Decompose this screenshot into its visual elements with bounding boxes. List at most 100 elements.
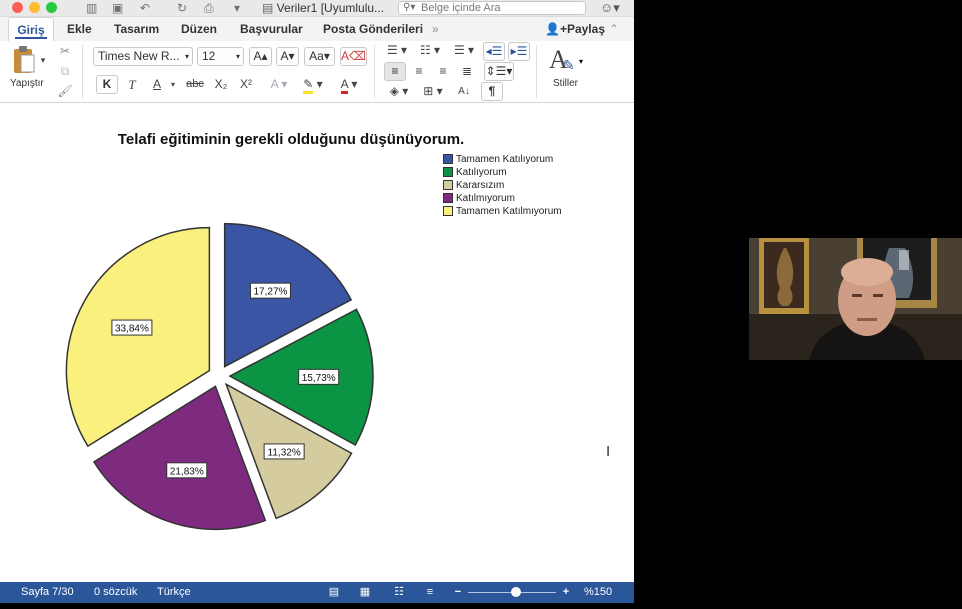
feedback-smiley-icon[interactable]: ☺▾: [600, 0, 620, 16]
save-icon[interactable]: ▣: [112, 0, 123, 16]
font-size-select[interactable]: 12 ▾: [197, 47, 244, 66]
page-indicator[interactable]: Sayfa 7/30: [21, 582, 74, 603]
tab-layout[interactable]: Düzen: [181, 17, 217, 41]
legend-swatch: [443, 180, 453, 190]
tab-mailings[interactable]: Posta Gönderileri: [323, 17, 423, 41]
legend-swatch: [443, 167, 453, 177]
zoom-slider[interactable]: [468, 587, 556, 597]
print-layout-icon[interactable]: ▤: [326, 585, 342, 600]
copy-icon[interactable]: ⧉: [57, 62, 73, 81]
slice-data-label: 21,83%: [166, 462, 208, 479]
zoom-in-icon[interactable]: +: [558, 585, 574, 600]
legend-swatch: [443, 193, 453, 203]
more-tabs-icon[interactable]: »: [432, 17, 439, 41]
grow-font-button[interactable]: A▴: [249, 47, 272, 66]
tab-references[interactable]: Başvurular: [240, 17, 303, 41]
numbering-button[interactable]: ☷ ▾: [415, 41, 445, 60]
font-color-button[interactable]: A ▾: [334, 75, 364, 94]
tab-insert[interactable]: Ekle: [67, 17, 92, 41]
align-left-button[interactable]: ≡: [384, 62, 406, 81]
underline-button[interactable]: A: [147, 75, 167, 94]
legend-item: Tamamen Katılmıyorum: [443, 205, 562, 218]
text-effects-button[interactable]: A ▾: [264, 75, 294, 94]
language-indicator[interactable]: Türkçe: [157, 582, 191, 603]
superscript-button[interactable]: X²: [235, 75, 257, 94]
sort-button[interactable]: A↓: [453, 82, 475, 101]
ribbon-separator: [374, 45, 375, 99]
borders-button[interactable]: ⊞ ▾: [418, 82, 448, 101]
draft-view-icon[interactable]: ≡: [422, 585, 438, 600]
document-icon: ▤: [262, 1, 277, 15]
search-input[interactable]: ⚲▾ Belge içinde Ara: [398, 1, 586, 15]
zoom-out-icon[interactable]: −: [450, 585, 466, 600]
tab-design[interactable]: Tasarım: [114, 17, 159, 41]
chevron-down-icon: ▾: [235, 52, 240, 61]
strikethrough-button[interactable]: abc: [183, 75, 207, 94]
shading-button[interactable]: ◈ ▾: [384, 82, 414, 101]
legend-label: Tamamen Katılıyorum: [456, 154, 554, 165]
underline-options-chevron-icon[interactable]: ▾: [167, 75, 179, 94]
legend-label: Katılıyorum: [456, 167, 507, 178]
bullets-button[interactable]: ☰ ▾: [382, 41, 412, 60]
undo-icon[interactable]: ↶: [140, 0, 150, 16]
font-color-icon: A: [340, 77, 348, 94]
change-case-button[interactable]: Aa▾: [304, 47, 335, 66]
slice-data-label: 33,84%: [111, 319, 153, 336]
font-name-select[interactable]: Times New R... ▾: [93, 47, 193, 66]
justify-button[interactable]: ≣: [456, 62, 478, 81]
screen: ▥ ▣ ↶ ↻ ⎙ ▾ ▤ Veriler1 [Uyumlulu... ⚲▾ B…: [0, 0, 962, 609]
styles-button[interactable]: A ✎ ▾: [549, 45, 583, 75]
paste-options-chevron-icon[interactable]: ▾: [38, 51, 48, 70]
clear-formatting-button[interactable]: A⌫: [340, 47, 367, 66]
legend-item: Tamamen Katılıyorum: [443, 153, 562, 166]
align-center-button[interactable]: ≡: [408, 62, 430, 81]
font-size-value: 12: [202, 49, 216, 63]
highlight-color-button[interactable]: ✎ ▾: [298, 75, 328, 94]
multilevel-list-button[interactable]: ☰ ▾: [449, 41, 479, 60]
bold-button[interactable]: K: [96, 75, 118, 94]
show-formatting-button[interactable]: ¶: [481, 82, 503, 101]
share-button[interactable]: 👤+Paylaş: [545, 17, 605, 41]
close-window-button[interactable]: [12, 2, 23, 13]
sidebar-icon[interactable]: ▥: [86, 0, 97, 16]
zoom-slider-thumb[interactable]: [511, 587, 522, 597]
web-layout-icon[interactable]: ▦: [357, 585, 373, 600]
redo-icon[interactable]: ↻: [177, 0, 187, 16]
zoom-level[interactable]: %150: [584, 582, 612, 603]
word-count[interactable]: 0 sözcük: [94, 582, 137, 603]
slice-label-text: 17,27%: [254, 287, 288, 298]
collapse-ribbon-icon[interactable]: ⌃: [609, 17, 619, 41]
align-right-button[interactable]: ≡: [432, 62, 454, 81]
line-spacing-button[interactable]: ⇕☰▾: [484, 62, 514, 81]
legend-swatch: [443, 206, 453, 216]
italic-button[interactable]: T: [122, 75, 142, 94]
subscript-button[interactable]: X₂: [210, 75, 232, 94]
cut-icon[interactable]: ✂: [57, 42, 73, 61]
paste-button[interactable]: [12, 45, 36, 75]
webcam-video: [749, 238, 962, 360]
webcam-video-picture: [749, 238, 962, 360]
minimize-window-button[interactable]: [29, 2, 40, 13]
ribbon-separator: [536, 45, 537, 99]
styles-label: Stiller: [553, 78, 579, 89]
chevron-down-icon: ▾: [579, 57, 584, 66]
legend-label: Katılmıyorum: [456, 193, 515, 204]
search-icon: ⚲▾: [403, 2, 416, 13]
customize-toolbar-icon[interactable]: ▾: [234, 0, 240, 16]
document-area[interactable]: 17,27% 15,73% 11,32% 21,83% 33,84% Telafi eğ…: [0, 103, 634, 582]
zoom-window-button[interactable]: [46, 2, 57, 13]
font-name-value: Times New R...: [98, 49, 180, 63]
decrease-indent-button[interactable]: ◂☰: [483, 42, 505, 61]
ribbon-tabs: Giriş Ekle Tasarım Düzen Başvurular Post…: [0, 17, 634, 41]
increase-indent-button[interactable]: ▸☰: [508, 42, 530, 61]
shrink-font-button[interactable]: A▾: [276, 47, 299, 66]
ribbon: ▾ Yapıştır ✂ ⧉ 🖌 Times New R... ▾ 12 ▾ A…: [0, 41, 634, 103]
share-label: Paylaş: [566, 22, 605, 36]
slice-label-text: 33,84%: [115, 324, 149, 335]
add-person-icon: 👤+: [545, 22, 567, 36]
format-painter-icon[interactable]: 🖌: [57, 82, 73, 101]
chevron-down-icon: ▾: [184, 52, 189, 61]
outline-view-icon[interactable]: ☷: [391, 585, 407, 600]
tab-home[interactable]: Giriş: [8, 17, 54, 41]
print-icon[interactable]: ⎙: [204, 0, 214, 16]
